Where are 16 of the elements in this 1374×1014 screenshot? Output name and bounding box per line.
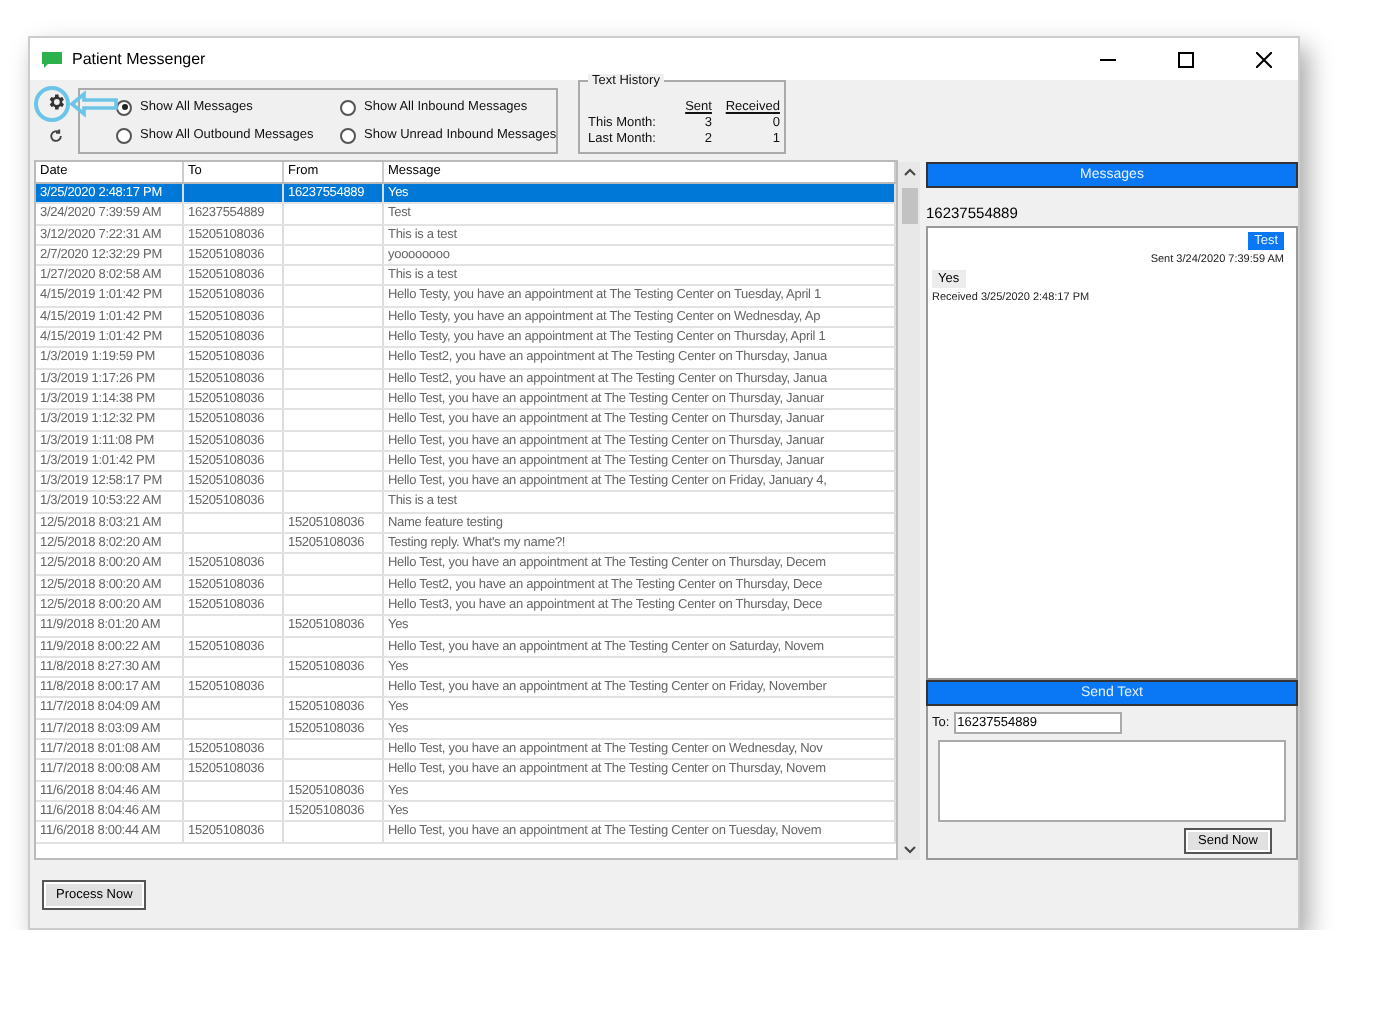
maximize-icon[interactable] bbox=[1178, 51, 1194, 67]
chat-icon bbox=[42, 51, 62, 67]
radio-button[interactable] bbox=[116, 127, 132, 143]
settings-icon[interactable] bbox=[46, 92, 66, 112]
annotation-drawing bbox=[34, 86, 118, 122]
scrollbar[interactable] bbox=[898, 162, 920, 860]
radio-button[interactable] bbox=[340, 99, 356, 115]
scroll-thumb[interactable] bbox=[901, 188, 917, 224]
close-icon[interactable] bbox=[1256, 51, 1272, 67]
radio-button[interactable] bbox=[340, 127, 356, 143]
chevron-up-icon[interactable] bbox=[903, 168, 915, 176]
chevron-down-icon[interactable] bbox=[903, 846, 915, 854]
radio-button[interactable] bbox=[116, 99, 132, 115]
refresh-icon[interactable] bbox=[48, 128, 64, 144]
window-title: Patient Messenger bbox=[72, 50, 208, 68]
message-input[interactable] bbox=[938, 740, 1286, 822]
